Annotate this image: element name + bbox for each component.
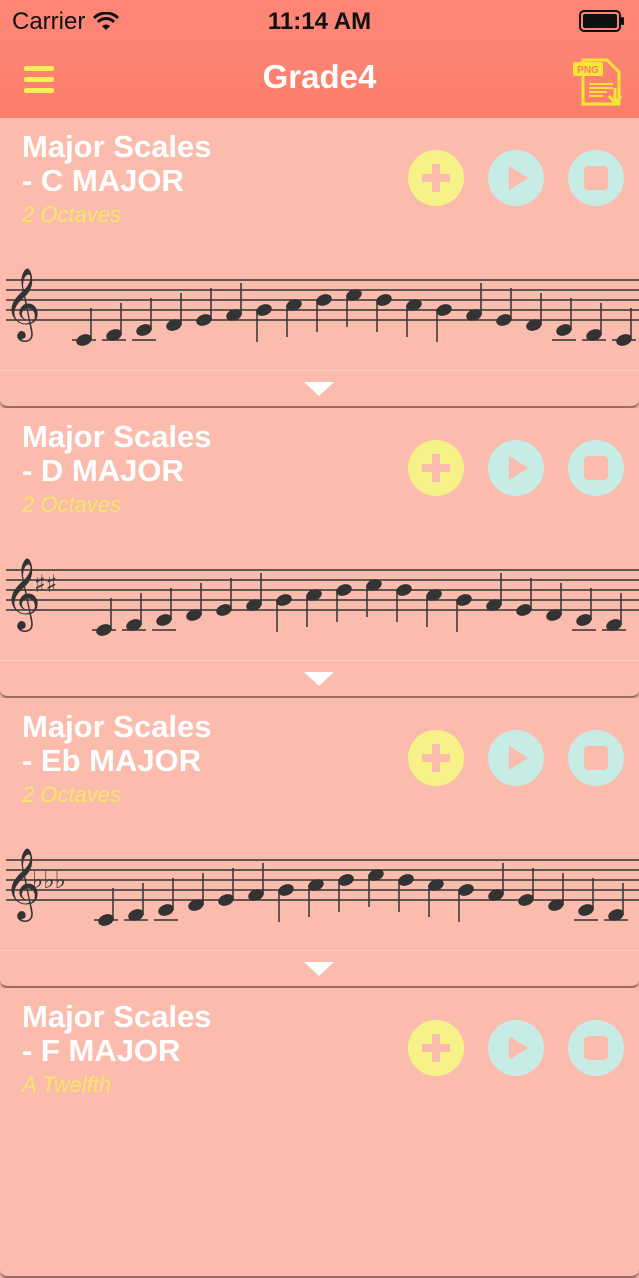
play-icon — [509, 746, 528, 770]
png-badge-label: PNG — [577, 65, 599, 76]
scale-subtitle: 2 Octaves — [22, 492, 122, 517]
scale-title: Major Scales - D MAJOR — [22, 419, 212, 488]
chevron-down-icon[interactable] — [304, 382, 334, 396]
stop-button[interactable] — [568, 730, 624, 786]
status-time: 11:14 AM — [267, 8, 372, 35]
play-button[interactable] — [488, 730, 544, 786]
add-button[interactable] — [408, 730, 464, 786]
scale-subtitle: A Twelfth — [22, 1072, 112, 1097]
scale-card: Major Scales - Eb MAJOR 2 Octaves 𝄞 ♭♭♭ — [0, 698, 639, 988]
plus-icon — [422, 744, 450, 772]
play-button[interactable] — [488, 1020, 544, 1076]
scale-card: Major Scales - D MAJOR 2 Octaves 𝄞 ♯♯ — [0, 408, 639, 698]
play-button[interactable] — [488, 150, 544, 206]
battery-icon — [579, 10, 624, 32]
status-bar: Carrier 11:14 AM — [0, 0, 639, 40]
play-icon — [509, 1036, 528, 1060]
add-button[interactable] — [408, 1020, 464, 1076]
play-icon — [509, 456, 528, 480]
scale-title: Major Scales - C MAJOR — [22, 129, 212, 198]
music-staff: 𝄞 — [4, 266, 639, 346]
chevron-down-icon[interactable] — [304, 962, 334, 976]
png-export-icon[interactable]: PNG — [571, 54, 625, 108]
play-button[interactable] — [488, 440, 544, 496]
stop-icon — [584, 1036, 608, 1060]
flat-icon: ♭♭♭ — [32, 866, 66, 894]
stop-icon — [584, 456, 608, 480]
stop-icon — [584, 746, 608, 770]
music-staff: 𝄞♭♭♭ — [4, 846, 639, 926]
plus-icon — [422, 454, 450, 482]
chevron-down-icon[interactable] — [304, 672, 334, 686]
scale-subtitle: 2 Octaves — [22, 782, 122, 807]
scale-card: Major Scales - F MAJOR A Twelfth — [0, 988, 639, 1278]
stop-button[interactable] — [568, 440, 624, 496]
scale-title: Major Scales - Eb MAJOR — [22, 709, 212, 778]
add-button[interactable] — [408, 150, 464, 206]
plus-icon — [422, 1034, 450, 1062]
scale-card: Major Scales - C MAJOR 2 Octaves 𝄞 — [0, 118, 639, 408]
scale-title: Major Scales - F MAJOR — [22, 999, 212, 1068]
sharp-icon: ♯♯ — [34, 570, 57, 598]
plus-icon — [422, 164, 450, 192]
stop-button[interactable] — [568, 150, 624, 206]
scale-subtitle: 2 Octaves — [22, 202, 122, 227]
stop-button[interactable] — [568, 1020, 624, 1076]
add-button[interactable] — [408, 440, 464, 496]
music-staff: 𝄞♯♯ — [4, 556, 639, 636]
play-icon — [509, 166, 528, 190]
treble-clef-icon: 𝄞 — [4, 266, 41, 342]
navigation-bar: Grade4 PNG — [0, 40, 639, 118]
page-title: Grade4 — [262, 58, 377, 95]
stop-icon — [584, 166, 608, 190]
